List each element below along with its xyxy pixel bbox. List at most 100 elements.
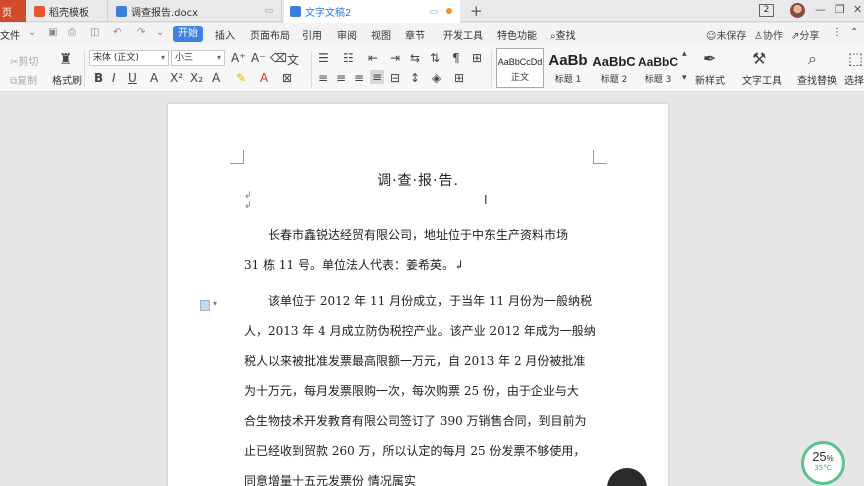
document-line[interactable]: 税人以来被批准发票最高限额一万元，自 2013 年 2 月份被批准	[244, 352, 604, 369]
select-button[interactable]: 选择	[844, 72, 864, 87]
text-effect-icon[interactable]: A	[212, 71, 220, 85]
tab-window-icon[interactable]: ▭	[429, 7, 438, 17]
justify-icon[interactable]: ≡	[370, 70, 385, 84]
tab-survey-report[interactable]: 调查报告.docx ▭	[110, 0, 282, 22]
menu-developer[interactable]: 开发工具	[443, 27, 483, 42]
menu-start[interactable]: 开始	[173, 26, 203, 42]
document-canvas[interactable]: 调·查·报·告. ↲ ↲ 长春市鑫锐达经贸有限公司，地址位于中东生产资料市场 3…	[0, 93, 864, 486]
underline-icon[interactable]: U	[128, 71, 137, 85]
decrease-indent-icon[interactable]: ⇤	[368, 51, 378, 65]
tab-window-icon[interactable]: ▭	[264, 6, 273, 16]
copy-button[interactable]: ⧉复制	[10, 72, 37, 87]
close-icon[interactable]: ✕	[853, 3, 862, 16]
styles-expand-icon[interactable]: ▾	[682, 73, 687, 83]
shading-icon[interactable]: ◈	[432, 71, 441, 85]
select-icon[interactable]: ⬚	[848, 49, 863, 68]
window-count-badge[interactable]: 2	[759, 4, 774, 17]
styles-scroll-up-icon[interactable]: ▴	[682, 49, 687, 59]
text-tools-icon[interactable]: ⚒	[752, 49, 766, 68]
new-style-icon[interactable]: ✒	[703, 49, 716, 68]
document-line[interactable]: 该单位于 2012 年 11 月份成立，于当年 11 月份为一般纳税	[268, 292, 628, 309]
save-icon[interactable]: ▣	[48, 27, 57, 38]
grow-font-icon[interactable]: A⁺	[231, 51, 246, 65]
sort-icon[interactable]: ⇅	[430, 51, 440, 65]
highlight-icon[interactable]: ✎	[236, 71, 246, 85]
text-tools-button[interactable]: 文字工具	[742, 72, 782, 87]
clear-format-icon[interactable]: ⌫	[270, 51, 287, 65]
new-tab-button[interactable]: +	[470, 2, 483, 20]
collab-button[interactable]: ♙协作	[754, 27, 783, 42]
find-replace-icon[interactable]: ⌕	[808, 49, 817, 69]
show-marks-icon[interactable]: ¶	[452, 51, 460, 65]
print-icon[interactable]: ⎙	[68, 27, 76, 38]
format-painter-icon[interactable]: ♜	[59, 50, 72, 68]
menu-search[interactable]: ⌕查找	[550, 27, 576, 42]
menu-insert[interactable]: 插入	[215, 27, 235, 42]
document-line[interactable]: 人，2013 年 4 月成立防伪税控产业。该产业 2012 年成为一般纳	[244, 322, 604, 339]
char-border-icon[interactable]: ⊠	[282, 71, 292, 85]
undo-icon[interactable]: ↶	[113, 27, 121, 38]
line-spacing-icon[interactable]: ↕	[410, 71, 420, 85]
document-line[interactable]: 长春市鑫锐达经贸有限公司，地址位于中东生产资料市场	[268, 226, 628, 243]
menu-review[interactable]: 审阅	[337, 27, 357, 42]
strikethrough-icon[interactable]: A	[150, 71, 158, 85]
style-heading-1[interactable]: AaBb 标题 1	[544, 48, 592, 88]
menu-chevron-icon[interactable]: ⌄	[28, 27, 36, 38]
bold-icon[interactable]: B	[94, 71, 103, 85]
align-right-icon[interactable]: ≡	[354, 71, 364, 85]
font-size-select[interactable]: 小三 ▾	[171, 50, 225, 66]
new-style-button[interactable]: 新样式	[695, 72, 725, 87]
italic-icon[interactable]: I	[112, 71, 116, 85]
home-tab[interactable]: 页	[0, 0, 26, 22]
performance-widget[interactable]: 25% 35°C	[801, 441, 845, 485]
table-border-icon[interactable]: ⊞	[472, 51, 482, 65]
tab-document-2[interactable]: 文字文稿2 ▭	[284, 0, 460, 23]
cut-button[interactable]: ✂剪切	[10, 53, 38, 68]
avatar[interactable]	[790, 3, 805, 18]
restore-icon[interactable]: ❐	[835, 3, 845, 16]
document-line[interactable]: 合生物技术开发教育有限公司签订了 390 万销售合同，到目前为	[244, 412, 604, 429]
align-left-icon[interactable]: ≡	[318, 71, 328, 85]
style-heading-3[interactable]: AaBbC 标题 3	[634, 48, 682, 88]
document-line[interactable]: 同意增量十五元发票份 情况属实	[244, 472, 604, 486]
align-center-icon[interactable]: ≡	[336, 71, 346, 85]
document-page[interactable]: 调·查·报·告. ↲ ↲ 长春市鑫锐达经贸有限公司，地址位于中东生产资料市场 3…	[168, 104, 668, 486]
menu-view[interactable]: 视图	[371, 27, 391, 42]
paragraph-handle-icon[interactable]	[200, 300, 210, 311]
shrink-font-icon[interactable]: A⁻	[251, 51, 266, 65]
minimize-icon[interactable]: —	[815, 3, 826, 16]
subscript-icon[interactable]: X₂	[190, 71, 203, 85]
pinyin-icon[interactable]: 文	[287, 51, 299, 68]
format-painter-button[interactable]: 格式刷	[52, 72, 82, 87]
tab-daoke-templates[interactable]: 稻壳模板	[28, 0, 108, 22]
increase-indent-icon[interactable]: ⇥	[390, 51, 400, 65]
menu-more-icon[interactable]: ⌄	[156, 27, 164, 38]
unsaved-status[interactable]: ☺未保存	[706, 27, 746, 42]
find-replace-button[interactable]: 查找替换	[797, 72, 837, 87]
distributed-icon[interactable]: ⊟	[390, 71, 400, 85]
borders-icon[interactable]: ⊞	[454, 71, 464, 85]
document-line[interactable]: 31 栋 11 号。单位法人代表：姜希英。↲	[244, 256, 604, 273]
preview-icon[interactable]: ◫	[90, 27, 99, 38]
superscript-icon[interactable]: X²	[170, 71, 183, 85]
menu-chapter[interactable]: 章节	[405, 27, 425, 42]
chevron-down-icon[interactable]: ▾	[213, 299, 217, 308]
menu-file[interactable]: 文件	[0, 27, 20, 42]
bullet-list-icon[interactable]: ☰	[318, 51, 329, 65]
font-color-icon[interactable]: A	[260, 71, 268, 85]
share-button[interactable]: ⇗分享	[791, 27, 819, 42]
font-name-select[interactable]: 宋体 (正文) ▾	[89, 50, 169, 66]
collapse-ribbon-icon[interactable]: ⌃	[850, 27, 858, 38]
menu-page-layout[interactable]: 页面布局	[250, 27, 290, 42]
numbered-list-icon[interactable]: ☷	[343, 51, 354, 65]
style-normal[interactable]: AaBbCcDd 正文	[496, 48, 544, 88]
redo-icon[interactable]: ↷	[137, 27, 145, 38]
more-menu-icon[interactable]: ⋮	[832, 27, 842, 38]
document-title[interactable]: 调·查·报·告.	[168, 170, 668, 190]
chinese-layout-icon[interactable]: ⇆	[410, 51, 420, 65]
document-line[interactable]: 止已经收到贸款 260 万，所以认定的每月 25 份发票不够使用，	[244, 442, 604, 459]
document-line[interactable]: 为十万元，每月发票限购一次，每次购票 25 份，由于企业与大	[244, 382, 604, 399]
style-heading-2[interactable]: AaBbC 标题 2	[590, 48, 638, 88]
menu-references[interactable]: 引用	[302, 27, 322, 42]
menu-special-features[interactable]: 特色功能	[497, 27, 537, 42]
